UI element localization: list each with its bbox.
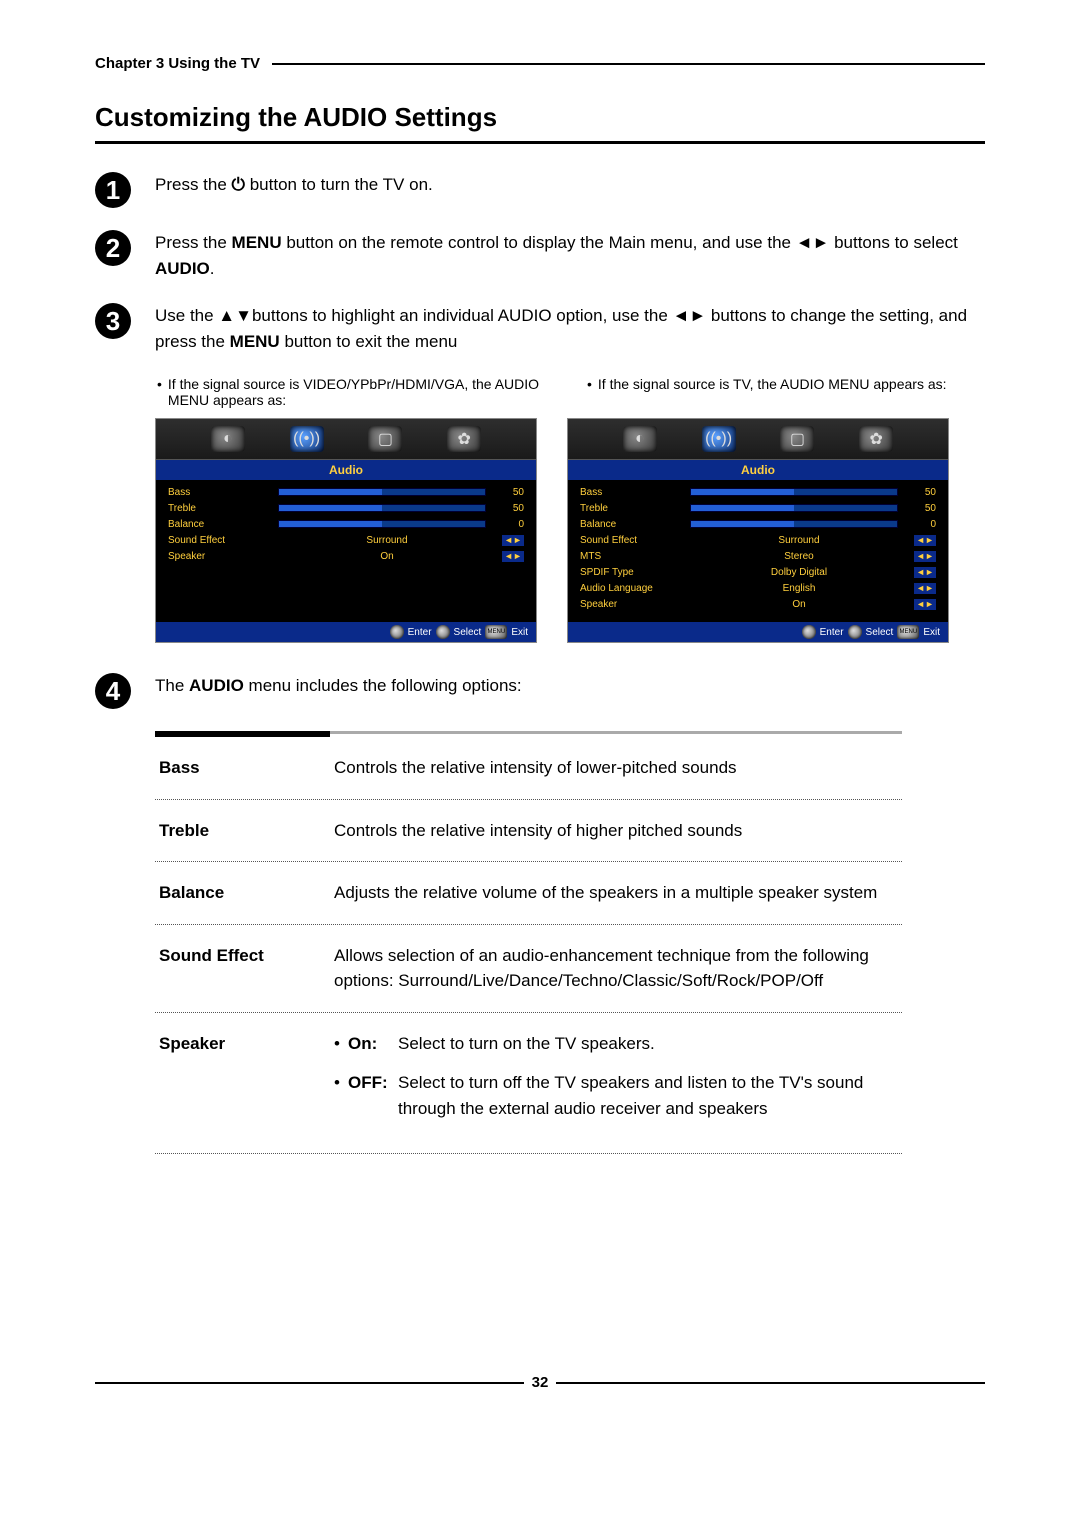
- header-rule: [272, 63, 985, 65]
- option-row: TrebleControls the relative intensity of…: [155, 800, 902, 863]
- step-1-number: 1: [95, 172, 131, 208]
- osd-icon-tv: ▢: [368, 426, 402, 452]
- page-number: 32: [524, 1374, 557, 1391]
- options-table: BassControls the relative intensity of l…: [155, 731, 902, 1154]
- osd-icon-audio: ((•)): [702, 426, 736, 452]
- note-left: If the signal source is VIDEO/YPbPr/HDMI…: [168, 376, 555, 408]
- osd-row: Treble50: [168, 500, 524, 516]
- option-name: Sound Effect: [159, 943, 334, 994]
- osd-row: Balance0: [168, 516, 524, 532]
- note-right: If the signal source is TV, the AUDIO ME…: [598, 376, 947, 392]
- osd-row: Treble50: [580, 500, 936, 516]
- menu-button-icon: MENU: [897, 625, 919, 639]
- osd-row: SpeakerOn◄►: [168, 548, 524, 564]
- step-1-text: Press the ⏻ button to turn the TV on.: [155, 172, 433, 198]
- step-4-number: 4: [95, 673, 131, 709]
- select-button-icon: [436, 625, 450, 639]
- step-2-number: 2: [95, 230, 131, 266]
- option-name: Balance: [159, 880, 334, 906]
- osd-icon-audio: ((•)): [290, 426, 324, 452]
- option-name: Treble: [159, 818, 334, 844]
- select-button-icon: [848, 625, 862, 639]
- option-desc: Adjusts the relative volume of the speak…: [334, 880, 898, 906]
- osd-row: Bass50: [580, 484, 936, 500]
- osd-icon-video: ◐: [623, 426, 657, 452]
- osd-row: SpeakerOn◄►: [580, 596, 936, 612]
- option-desc: •On:Select to turn on the TV speakers.•O…: [334, 1031, 898, 1136]
- step-3-text: Use the ▲▼buttons to highlight an indivi…: [155, 303, 985, 354]
- option-row: BassControls the relative intensity of l…: [155, 737, 902, 800]
- option-row: Sound EffectAllows selection of an audio…: [155, 925, 902, 1013]
- step-2-text: Press the MENU button on the remote cont…: [155, 230, 985, 281]
- footer-rule-right: [556, 1382, 985, 1384]
- osd-screenshot-left: ◐ ((•)) ▢ ✿ Audio Bass50Treble50Balance0…: [155, 418, 537, 643]
- osd-icon-setup: ✿: [859, 426, 893, 452]
- osd-row: SPDIF TypeDolby Digital◄►: [580, 564, 936, 580]
- option-desc: Controls the relative intensity of highe…: [334, 818, 898, 844]
- option-row: Speaker•On:Select to turn on the TV spea…: [155, 1013, 902, 1155]
- osd-row: Sound EffectSurround◄►: [580, 532, 936, 548]
- option-name: Bass: [159, 755, 334, 781]
- osd-left-title: Audio: [156, 460, 536, 480]
- menu-button-icon: MENU: [485, 625, 507, 639]
- power-icon: ⏻: [232, 175, 245, 194]
- osd-icon-tv: ▢: [780, 426, 814, 452]
- osd-icon-video: ◐: [211, 426, 245, 452]
- option-row: BalanceAdjusts the relative volume of th…: [155, 862, 902, 925]
- chapter-label: Chapter 3 Using the TV: [95, 55, 260, 72]
- osd-screenshot-right: ◐ ((•)) ▢ ✿ Audio Bass50Treble50Balance0…: [567, 418, 949, 643]
- page-title: Customizing the AUDIO Settings: [95, 102, 985, 133]
- footer-rule-left: [95, 1382, 524, 1384]
- step-3-number: 3: [95, 303, 131, 339]
- option-desc: Controls the relative intensity of lower…: [334, 755, 898, 781]
- step-4-text: The AUDIO menu includes the following op…: [155, 673, 522, 699]
- enter-button-icon: [802, 625, 816, 639]
- option-desc: Allows selection of an audio-enhancement…: [334, 943, 898, 994]
- osd-row: MTSStereo◄►: [580, 548, 936, 564]
- enter-button-icon: [390, 625, 404, 639]
- osd-row: Sound EffectSurround◄►: [168, 532, 524, 548]
- osd-icon-setup: ✿: [447, 426, 481, 452]
- osd-row: Audio LanguageEnglish◄►: [580, 580, 936, 596]
- osd-row: Balance0: [580, 516, 936, 532]
- title-rule: [95, 141, 985, 144]
- osd-right-title: Audio: [568, 460, 948, 480]
- option-name: Speaker: [159, 1031, 334, 1136]
- osd-row: Bass50: [168, 484, 524, 500]
